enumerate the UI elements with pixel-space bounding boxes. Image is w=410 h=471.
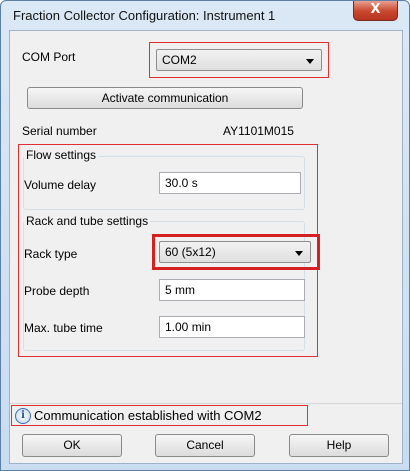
com-port-select[interactable]: COM2 [156, 49, 322, 71]
status-text: Communication established with COM2 [34, 408, 262, 423]
volume-delay-value: 30.0 s [165, 176, 198, 190]
help-button[interactable]: Help [289, 434, 389, 457]
volume-delay-label: Volume delay [24, 178, 97, 192]
com-port-label: COM Port [22, 50, 76, 64]
serial-number-label: Serial number [22, 124, 97, 138]
probe-depth-label: Probe depth [24, 284, 90, 298]
serial-number-value: AY1101M015 [223, 124, 294, 138]
max-tube-time-input[interactable]: 1.00 min [159, 316, 305, 338]
volume-delay-input[interactable]: 30.0 s [159, 172, 301, 194]
chevron-down-icon [306, 59, 314, 64]
flow-settings-title: Flow settings [24, 148, 99, 162]
ok-button[interactable]: OK [22, 434, 122, 457]
dialog-body: COM Port COM2 Activate communication Ser… [9, 30, 403, 464]
com-port-value: COM2 [162, 53, 197, 67]
max-tube-time-value: 1.00 min [165, 320, 212, 334]
rack-type-label: Rack type [24, 247, 78, 261]
close-button[interactable]: X [353, 1, 398, 21]
status-bar: i Communication established with COM2 [10, 403, 402, 427]
probe-depth-input[interactable]: 5 mm [159, 279, 305, 301]
rack-settings-title: Rack and tube settings [24, 214, 151, 228]
cancel-button[interactable]: Cancel [155, 434, 255, 457]
dialog-window: Fraction Collector Configuration: Instru… [0, 0, 410, 471]
rack-type-value: 60 (5x12) [165, 245, 216, 259]
title-bar[interactable]: Fraction Collector Configuration: Instru… [1, 1, 409, 29]
activate-communication-button[interactable]: Activate communication [27, 87, 303, 109]
window-title: Fraction Collector Configuration: Instru… [13, 8, 276, 23]
chevron-down-icon [295, 251, 303, 256]
probe-depth-value: 5 mm [165, 283, 195, 297]
info-icon: i [15, 408, 31, 424]
rack-type-select[interactable]: 60 (5x12) [159, 241, 311, 263]
max-tube-time-label: Max. tube time [24, 321, 103, 335]
close-icon: X [370, 2, 381, 17]
